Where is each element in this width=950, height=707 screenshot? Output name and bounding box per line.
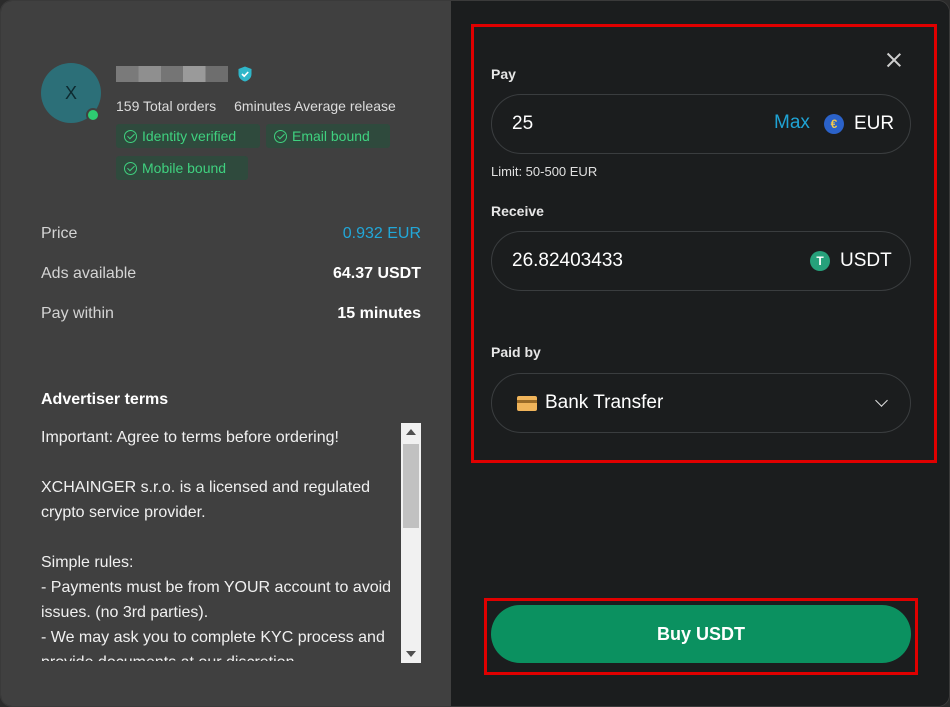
order-modal: X 159 Total orders 6minutes Average relea…: [0, 0, 950, 707]
receive-currency: USDT: [840, 250, 892, 271]
chevron-down-icon[interactable]: [875, 394, 888, 407]
advertiser-terms-title: Advertiser terms: [41, 391, 169, 408]
price-value: 0.932 EUR: [342, 225, 421, 242]
email-bound-badge: Email bound: [266, 124, 390, 148]
scrollbar-thumb[interactable]: [403, 444, 419, 528]
advertiser-panel: X 159 Total orders 6minutes Average relea…: [1, 1, 451, 706]
pay-currency: EUR: [854, 113, 895, 134]
average-release: 6minutes Average release: [234, 98, 396, 114]
pay-limit: Limit: 50-500 EUR: [491, 164, 598, 179]
buy-usdt-button[interactable]: Buy USDT: [491, 605, 911, 663]
euro-coin-icon: €: [824, 114, 844, 134]
advertiser-terms-text: Important: Agree to terms before orderin…: [41, 429, 392, 661]
avatar-initial: X: [64, 82, 77, 103]
online-status-dot: [86, 108, 100, 122]
bank-card-icon: [517, 396, 537, 411]
pay-amount-input[interactable]: [512, 95, 752, 153]
identity-verified-badge: Identity verified: [116, 124, 260, 148]
receive-label: Receive: [491, 203, 544, 219]
terms-scrollbar[interactable]: [401, 423, 421, 663]
paid-by-label: Paid by: [491, 344, 541, 360]
ads-available-label: Ads available: [41, 265, 137, 282]
pay-amount-field[interactable]: Max € EUR: [491, 94, 911, 154]
receive-amount-field[interactable]: T USDT: [491, 231, 911, 291]
receive-amount-input[interactable]: [512, 232, 752, 290]
payment-method-select[interactable]: Bank Transfer: [491, 373, 911, 433]
scroll-down-arrow-icon[interactable]: [406, 651, 416, 657]
tether-icon: T: [810, 251, 830, 271]
pay-within-label: Pay within: [41, 305, 114, 322]
close-icon[interactable]: [887, 53, 901, 67]
pay-within-value: 15 minutes: [337, 305, 421, 322]
max-button[interactable]: Max: [774, 112, 810, 134]
payment-method-value: Bank Transfer: [545, 392, 664, 413]
check-circle-icon: [274, 129, 287, 143]
check-circle-icon: [124, 161, 137, 175]
pay-label: Pay: [491, 66, 516, 82]
verified-shield-icon: [238, 66, 252, 82]
ads-available-value: 64.37 USDT: [332, 265, 421, 282]
advertiser-stats: 159 Total orders 6minutes Average release: [116, 98, 396, 114]
advertiser-name-redacted: [116, 66, 228, 82]
total-orders: 159 Total orders: [116, 98, 217, 114]
price-label: Price: [41, 225, 78, 242]
check-circle-icon: [124, 129, 137, 143]
scroll-up-arrow-icon[interactable]: [406, 429, 416, 435]
mobile-bound-badge: Mobile bound: [116, 156, 248, 180]
